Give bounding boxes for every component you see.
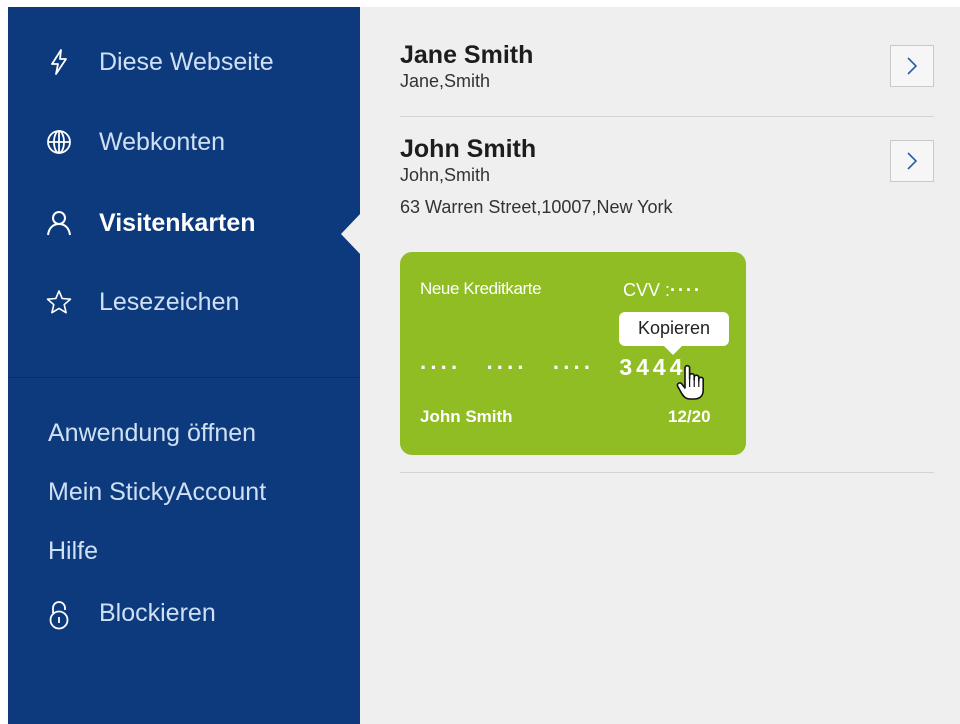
- star-icon: [46, 289, 72, 315]
- sidebar: Diese Webseite Webkonten Visitenkarten L…: [8, 7, 361, 724]
- contact-subtitle: Jane,Smith: [400, 71, 491, 91]
- lock-icon: [46, 600, 72, 630]
- globe-icon: [46, 129, 72, 155]
- hand-cursor-icon: [676, 363, 706, 403]
- cvv-mask: ····: [670, 280, 702, 300]
- lightning-icon: [46, 49, 72, 75]
- contact-item[interactable]: Jane Smith Jane,Smith: [400, 41, 940, 93]
- app-window: Diese Webseite Webkonten Visitenkarten L…: [8, 7, 960, 724]
- help-link[interactable]: Hilfe: [48, 536, 98, 566]
- sidebar-item-label: Diese Webseite: [99, 48, 274, 76]
- card-number[interactable]: ···· ···· ···· 3444: [420, 354, 702, 381]
- chevron-right-icon: [907, 152, 918, 170]
- tooltip-text: Kopieren: [637, 318, 711, 338]
- sidebar-item-label: Webkonten: [99, 128, 226, 156]
- cvv-label: CVV :: [623, 280, 671, 300]
- main-panel: Jane Smith Jane,Smith John Smith John,Sm…: [360, 7, 960, 724]
- card-number-mask: ····: [552, 355, 595, 380]
- contact-subtitle: John,Smith: [400, 165, 491, 185]
- list-separator: [400, 472, 934, 473]
- card-cvv[interactable]: CVV :····: [623, 280, 702, 301]
- card-expiry: 12/20: [668, 407, 711, 426]
- contact-item[interactable]: John Smith John,Smith 63 Warren Street,1…: [400, 135, 940, 219]
- sidebar-item-label: Visitenkarten: [99, 209, 256, 237]
- open-application-link[interactable]: Anwendung öffnen: [48, 418, 256, 448]
- sidebar-item-label: Lesezeichen: [99, 288, 240, 316]
- contact-name: John Smith: [400, 135, 537, 163]
- copy-tooltip: Kopieren: [619, 312, 729, 355]
- sidebar-item-diese-webseite[interactable]: Diese Webseite: [8, 33, 360, 89]
- card-number-mask: ····: [486, 355, 528, 380]
- contact-address: 63 Warren Street,10007,New York: [400, 197, 673, 217]
- person-icon: [46, 210, 72, 236]
- my-stickyaccount-link[interactable]: Mein StickyAccount: [48, 477, 266, 507]
- lock-label: Blockieren: [99, 599, 216, 627]
- card-holder: John Smith: [420, 407, 513, 426]
- open-contact-button[interactable]: [890, 45, 934, 87]
- sidebar-item-webkonten[interactable]: Webkonten: [8, 113, 360, 169]
- list-separator: [400, 116, 934, 117]
- card-title: Neue Kreditkarte: [420, 279, 542, 298]
- sidebar-divider: [8, 377, 360, 378]
- sidebar-item-visitenkarten[interactable]: Visitenkarten: [8, 194, 360, 250]
- sidebar-item-lesezeichen[interactable]: Lesezeichen: [8, 273, 360, 329]
- contact-name: Jane Smith: [400, 41, 534, 69]
- open-contact-button[interactable]: [890, 140, 934, 182]
- active-indicator: [341, 213, 361, 255]
- lock-button[interactable]: Blockieren: [8, 593, 360, 637]
- chevron-right-icon: [907, 57, 918, 75]
- tooltip-arrow: [664, 346, 682, 355]
- card-number-mask: ····: [420, 355, 462, 380]
- credit-card[interactable]: Neue Kreditkarte CVV :···· ···· ···· ···…: [400, 252, 746, 455]
